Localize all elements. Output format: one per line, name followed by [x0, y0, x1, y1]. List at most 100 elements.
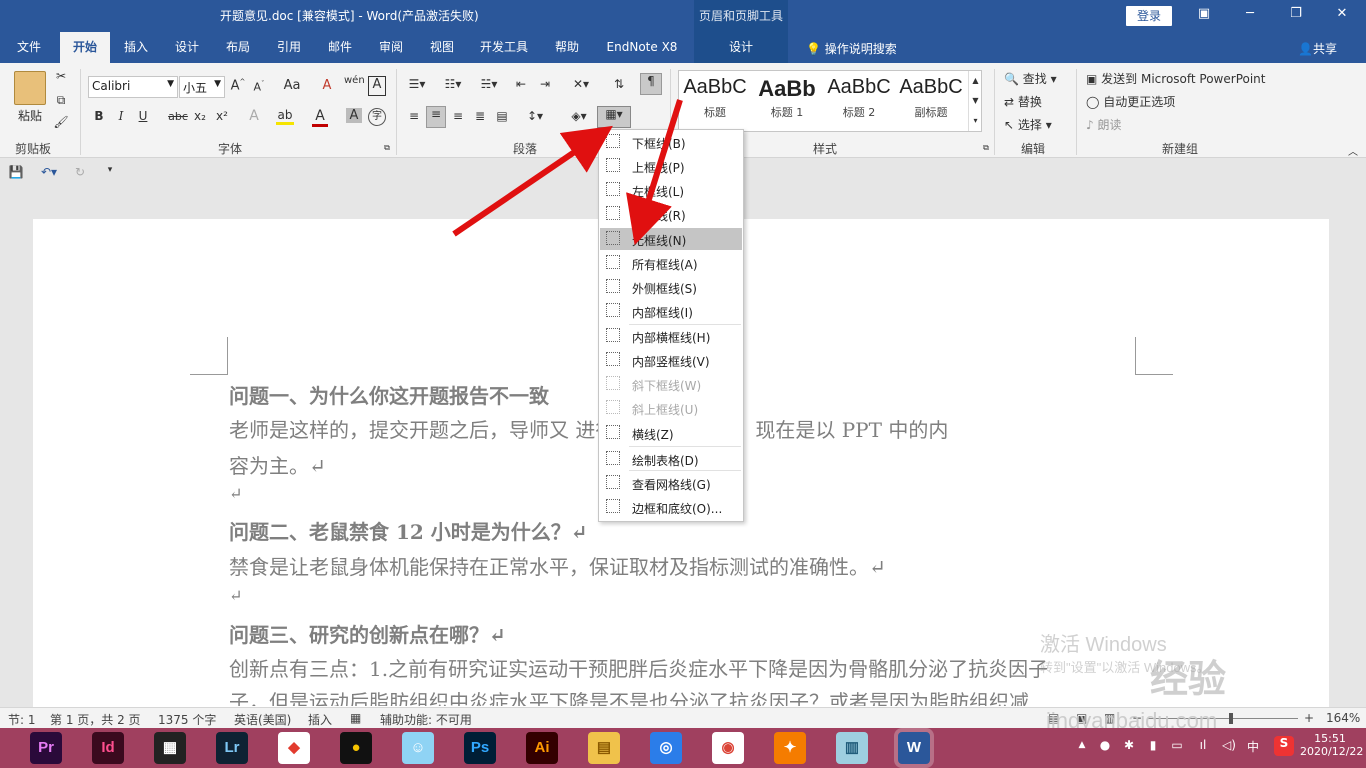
border-menu-item[interactable]: 横线(Z) — [600, 422, 742, 444]
ime-indicator[interactable]: 中 — [1244, 738, 1262, 755]
wifi-icon[interactable]: ıl — [1194, 738, 1212, 752]
browser-icon[interactable]: ◎ — [650, 732, 682, 764]
doc-paragraph[interactable]: 禁食是让老鼠身体机能保持在正常水平，保证取材及指标测试的准确性。↵ — [229, 551, 886, 580]
doc-paragraph[interactable]: 子，但是运动后脂肪组织中炎症水平下降是不是也分泌了抗炎因子？或者是因为脂肪组织减 — [229, 686, 1029, 706]
zoom-in-icon[interactable]: + — [1304, 711, 1314, 725]
notes-app-icon[interactable]: ▥ — [836, 732, 868, 764]
chevron-down-icon[interactable]: ▼ — [214, 79, 221, 89]
align-right-icon[interactable]: ≡ — [450, 109, 466, 123]
find-button[interactable]: 🔍 查找 ▾ — [1004, 70, 1068, 87]
doc-paragraph[interactable]: 容为主。↵ — [229, 450, 326, 479]
borders-dropdown-button[interactable]: ▦▾ — [597, 106, 631, 128]
border-menu-item[interactable]: 外侧框线(S) — [600, 276, 742, 298]
network-icon[interactable]: ▭ — [1168, 738, 1186, 752]
align-left-icon[interactable]: ≡ — [406, 109, 422, 123]
tab-home[interactable]: 开始 — [60, 32, 110, 63]
shading-icon[interactable]: ◈▾ — [566, 109, 592, 123]
border-menu-item[interactable]: 无框线(N) — [600, 228, 742, 250]
border-menu-item[interactable]: 右框线(R) — [600, 203, 742, 225]
border-menu-item[interactable]: 内部竖框线(V) — [600, 349, 742, 371]
format-painter-icon[interactable]: 🖌 — [52, 115, 70, 129]
border-menu-item[interactable]: 下框线(B) — [600, 131, 742, 153]
highlight-icon[interactable]: ab — [276, 108, 294, 125]
numbering-icon[interactable]: ☷▾ — [440, 77, 466, 91]
shrink-font-icon[interactable]: Aˇ — [252, 80, 266, 94]
page-indicator[interactable]: 第 1 页，共 2 页 — [50, 711, 141, 728]
doc-empty-paragraph[interactable]: ↵ — [229, 586, 242, 605]
tray-expand-icon[interactable]: ▲ — [1076, 740, 1088, 750]
bullets-icon[interactable]: ☰▾ — [404, 77, 430, 91]
doc-heading[interactable]: 问题一、为什么你这开题报告不一致 — [229, 380, 549, 409]
font-size-combo[interactable]: 小五 ▼ — [179, 76, 225, 98]
text-effects-icon[interactable]: A — [246, 108, 262, 124]
send-to-powerpoint-button[interactable]: ▣ 发送到 Microsoft PowerPoint — [1086, 70, 1286, 87]
tab-mailings[interactable]: 邮件 — [318, 32, 362, 63]
share-button[interactable]: 👤共享 — [1298, 40, 1337, 57]
qq-tray-icon[interactable]: ● — [1096, 738, 1114, 752]
select-button[interactable]: ↖ 选择 ▾ — [1004, 116, 1068, 133]
tab-references[interactable]: 引用 — [267, 32, 311, 63]
tab-layout[interactable]: 布局 — [216, 32, 260, 63]
bluetooth-icon[interactable]: ✱ — [1120, 738, 1138, 752]
collapse-ribbon-icon[interactable]: ︿ — [1346, 143, 1360, 158]
doc-empty-paragraph[interactable]: ↵ — [229, 484, 242, 503]
border-menu-item[interactable]: 所有框线(A) — [600, 252, 742, 274]
clear-formatting-icon[interactable]: A — [318, 78, 336, 93]
border-menu-item[interactable]: 内部框线(I) — [600, 300, 742, 322]
section-indicator[interactable]: 节: 1 — [8, 711, 36, 728]
premiere-icon[interactable]: Pr — [30, 732, 62, 764]
repeat-icon[interactable]: ↻ — [72, 165, 88, 179]
zoom-level[interactable]: 164% — [1326, 711, 1360, 725]
styles-scroll-icon[interactable]: ▲ ▼ ▾ — [968, 71, 982, 131]
paste-label[interactable]: 粘贴 — [12, 107, 48, 124]
decrease-indent-icon[interactable]: ⇤ — [512, 77, 530, 91]
italic-button[interactable]: I — [114, 109, 128, 123]
border-menu-item[interactable]: 查看网格线(G) — [600, 472, 742, 494]
line-spacing-icon[interactable]: ↕▾ — [522, 109, 548, 123]
app-colorful-icon[interactable]: ◆ — [278, 732, 310, 764]
border-menu-item[interactable]: 内部横框线(H) — [600, 325, 742, 347]
video-editor-icon[interactable]: ▦ — [154, 732, 186, 764]
save-icon[interactable]: 💾 — [8, 165, 24, 179]
font-dialog-launcher-icon[interactable]: ⧉ — [382, 143, 392, 153]
tab-help[interactable]: 帮助 — [545, 32, 589, 63]
word-icon[interactable]: W — [894, 728, 934, 768]
font-name-combo[interactable]: Calibri ▼ — [88, 76, 178, 98]
chat-app-icon[interactable]: ☺ — [402, 732, 434, 764]
customize-qat-icon[interactable]: ▾ — [104, 165, 116, 175]
restore-icon[interactable]: ❐ — [1284, 6, 1308, 26]
illustrator-icon[interactable]: Ai — [526, 732, 558, 764]
sogou-icon[interactable]: S — [1274, 736, 1294, 756]
style-title[interactable]: AaBbC 标题 — [680, 76, 750, 120]
style-heading-1[interactable]: AaBb 标题 1 — [752, 76, 822, 120]
tab-developer[interactable]: 开发工具 — [472, 32, 536, 63]
chevron-down-icon[interactable]: ▼ — [167, 79, 174, 89]
cut-icon[interactable]: ✂ — [52, 69, 70, 83]
asian-layout-icon[interactable]: ✕▾ — [568, 77, 594, 91]
copy-icon[interactable]: ⧉ — [52, 93, 70, 108]
distributed-icon[interactable]: ▤ — [494, 109, 510, 123]
accessibility-status[interactable]: 辅助功能: 不可用 — [380, 711, 472, 728]
chrome-icon[interactable]: ◉ — [712, 732, 744, 764]
grow-font-icon[interactable]: A^ — [230, 78, 246, 93]
subscript-button[interactable]: x₂ — [192, 109, 208, 123]
border-menu-item[interactable]: 边框和底纹(O)... — [600, 496, 742, 518]
language-indicator[interactable]: 英语(美国) — [234, 711, 291, 728]
sort-icon[interactable]: ⇅ — [610, 77, 628, 91]
undo-icon[interactable]: ↶▾ — [36, 165, 62, 179]
justify-icon[interactable]: ≣ — [472, 109, 488, 123]
clock[interactable]: 15:51 2020/12/22 — [1300, 732, 1363, 758]
char-border-icon[interactable]: A — [368, 76, 386, 96]
file-explorer-icon[interactable]: ▤ — [588, 732, 620, 764]
underline-button[interactable]: U — [136, 109, 150, 123]
multilevel-list-icon[interactable]: ☵▾ — [476, 77, 502, 91]
tab-insert[interactable]: 插入 — [114, 32, 158, 63]
word-count[interactable]: 1375 个字 — [158, 711, 216, 728]
indesign-icon[interactable]: Id — [92, 732, 124, 764]
paste-icon[interactable] — [14, 71, 46, 105]
phonetic-guide-icon[interactable]: wén — [344, 75, 365, 86]
doc-paragraph[interactable]: 老师是这样的，提交开题之后，导师又 进行了指导和修改，现在是以 PPT 中的内 — [229, 414, 948, 443]
close-icon[interactable]: ✕ — [1330, 6, 1354, 26]
bold-button[interactable]: B — [92, 109, 106, 123]
doc-paragraph[interactable]: 创新点有三点：1.之前有研究证实运动干预肥胖后炎症水平下降是因为骨骼肌分泌了抗炎… — [229, 653, 1048, 682]
